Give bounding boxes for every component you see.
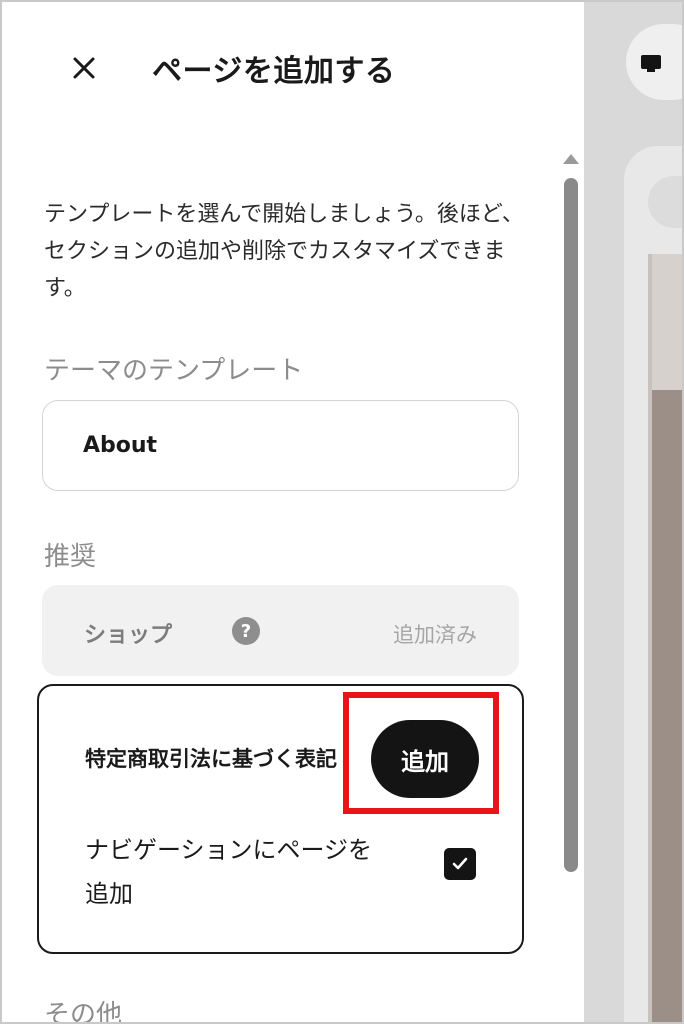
- help-icon[interactable]: ?: [232, 617, 260, 645]
- desktop-view-button[interactable]: [626, 24, 684, 100]
- preview-image-top: [648, 254, 684, 390]
- close-button[interactable]: [64, 48, 104, 88]
- nav-option-label: ナビゲーションにページを追加: [85, 836, 373, 908]
- shop-name: ショップ: [84, 623, 173, 648]
- checkmark-icon: [452, 857, 468, 870]
- template-name: About: [83, 433, 158, 458]
- scrollbar-thumb[interactable]: [564, 178, 578, 872]
- added-status: 追加済み: [393, 623, 477, 647]
- close-icon: [73, 57, 95, 79]
- template-card-about[interactable]: About: [42, 400, 519, 491]
- intro-text: テンプレートを選んで開始しましょう。後ほど、セクションの追加や削除でカスタマイズ…: [44, 202, 524, 301]
- template-card-shop: ショップ ? 追加済み: [42, 585, 519, 676]
- add-page-panel: ページを追加する テンプレートを選んで開始しましょう。後ほど、セクションの追加や…: [0, 0, 584, 1024]
- preview-image: [648, 390, 684, 1024]
- legal-name: 特定商取引法に基づく表記: [85, 747, 337, 771]
- page-preview: [584, 0, 684, 1024]
- add-to-navigation-checkbox[interactable]: [444, 848, 476, 880]
- panel-title: ページを追加する: [152, 54, 396, 89]
- template-card-legal: 特定商取引法に基づく表記 追加 ナビゲーションにページを追加: [37, 684, 524, 954]
- recommended-label: 推奨: [44, 542, 97, 572]
- scroll-up-arrow[interactable]: [563, 154, 579, 164]
- desktop-icon: [641, 55, 661, 69]
- add-button[interactable]: 追加: [371, 720, 479, 798]
- theme-templates-label: テーマのテンプレート: [44, 356, 304, 386]
- desktop-icon-stand: [647, 69, 655, 72]
- other-label: その他: [44, 1000, 123, 1024]
- preview-image-edge: [648, 254, 652, 1024]
